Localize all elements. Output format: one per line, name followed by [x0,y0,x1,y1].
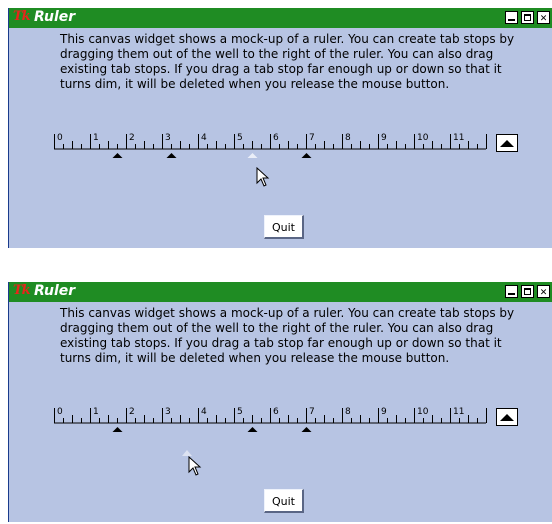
tab-stop [301,427,312,432]
close-icon[interactable]: ✕ [537,285,550,298]
minimize-icon[interactable] [505,11,518,24]
maximize-icon[interactable] [521,11,534,24]
window-title: Ruler [34,9,76,25]
ruler-number: 11 [453,133,464,143]
tab-stop [247,427,258,432]
ruler-canvas[interactable]: 0 1 2 3 4 5 6 7 8 9 10 11 [49,399,494,435]
ruler-number: 7 [309,133,315,143]
ruler-number: 11 [453,407,464,417]
ruler-number: 3 [165,133,171,143]
ruler-number: 2 [129,407,135,417]
window-title: Ruler [34,283,76,299]
ruler-window-1: Tk Ruler ✕ This canvas widget shows a mo… [8,8,552,248]
ruler-number: 1 [93,407,99,417]
ruler-number: 6 [273,407,279,417]
up-triangle-icon [500,414,514,421]
up-triangle-icon [500,140,514,147]
tab-stop [112,153,123,158]
tk-logo-icon: Tk [13,9,31,24]
ruler-number: 4 [201,133,207,143]
ruler-number: 8 [345,133,351,143]
ruler-number: 10 [417,133,429,143]
ruler-number: 10 [417,407,429,417]
ruler-number: 2 [129,133,135,143]
ruler-window-2: Tk Ruler ✕ This canvas widget shows a mo… [8,282,552,522]
tab-stop [112,427,123,432]
ruler-canvas[interactable]: 0 1 2 3 4 5 6 7 8 9 10 11 [49,125,494,161]
ruler-number: 9 [381,133,387,143]
tab-well[interactable] [496,134,518,152]
ruler-number: 1 [93,133,99,143]
minimize-icon[interactable] [505,285,518,298]
instructions-text: This canvas widget shows a mock-up of a … [60,32,515,91]
quit-button[interactable]: Quit [264,489,304,513]
ruler-number: 5 [237,133,243,143]
instructions-text: This canvas widget shows a mock-up of a … [60,306,515,365]
ruler-number: 0 [57,407,63,417]
tab-stop [166,153,177,158]
tk-logo-icon: Tk [13,283,31,298]
title-bar[interactable]: Tk Ruler ✕ [9,8,552,28]
ruler-number: 8 [345,407,351,417]
ruler-number: 5 [237,407,243,417]
ruler-number: 6 [273,133,279,143]
ruler-number: 3 [165,407,171,417]
ruler-number: 0 [57,133,63,143]
close-icon[interactable]: ✕ [537,11,550,24]
tab-stop [301,153,312,158]
quit-button[interactable]: Quit [264,215,304,239]
ruler-number: 4 [201,407,207,417]
ruler-number: 7 [309,407,315,417]
tab-stop [247,153,258,158]
arrow-cursor-icon [188,456,202,476]
ruler-number: 9 [381,407,387,417]
arrow-cursor-icon [256,167,270,187]
tab-well[interactable] [496,408,518,426]
maximize-icon[interactable] [521,285,534,298]
title-bar[interactable]: Tk Ruler ✕ [9,282,552,302]
